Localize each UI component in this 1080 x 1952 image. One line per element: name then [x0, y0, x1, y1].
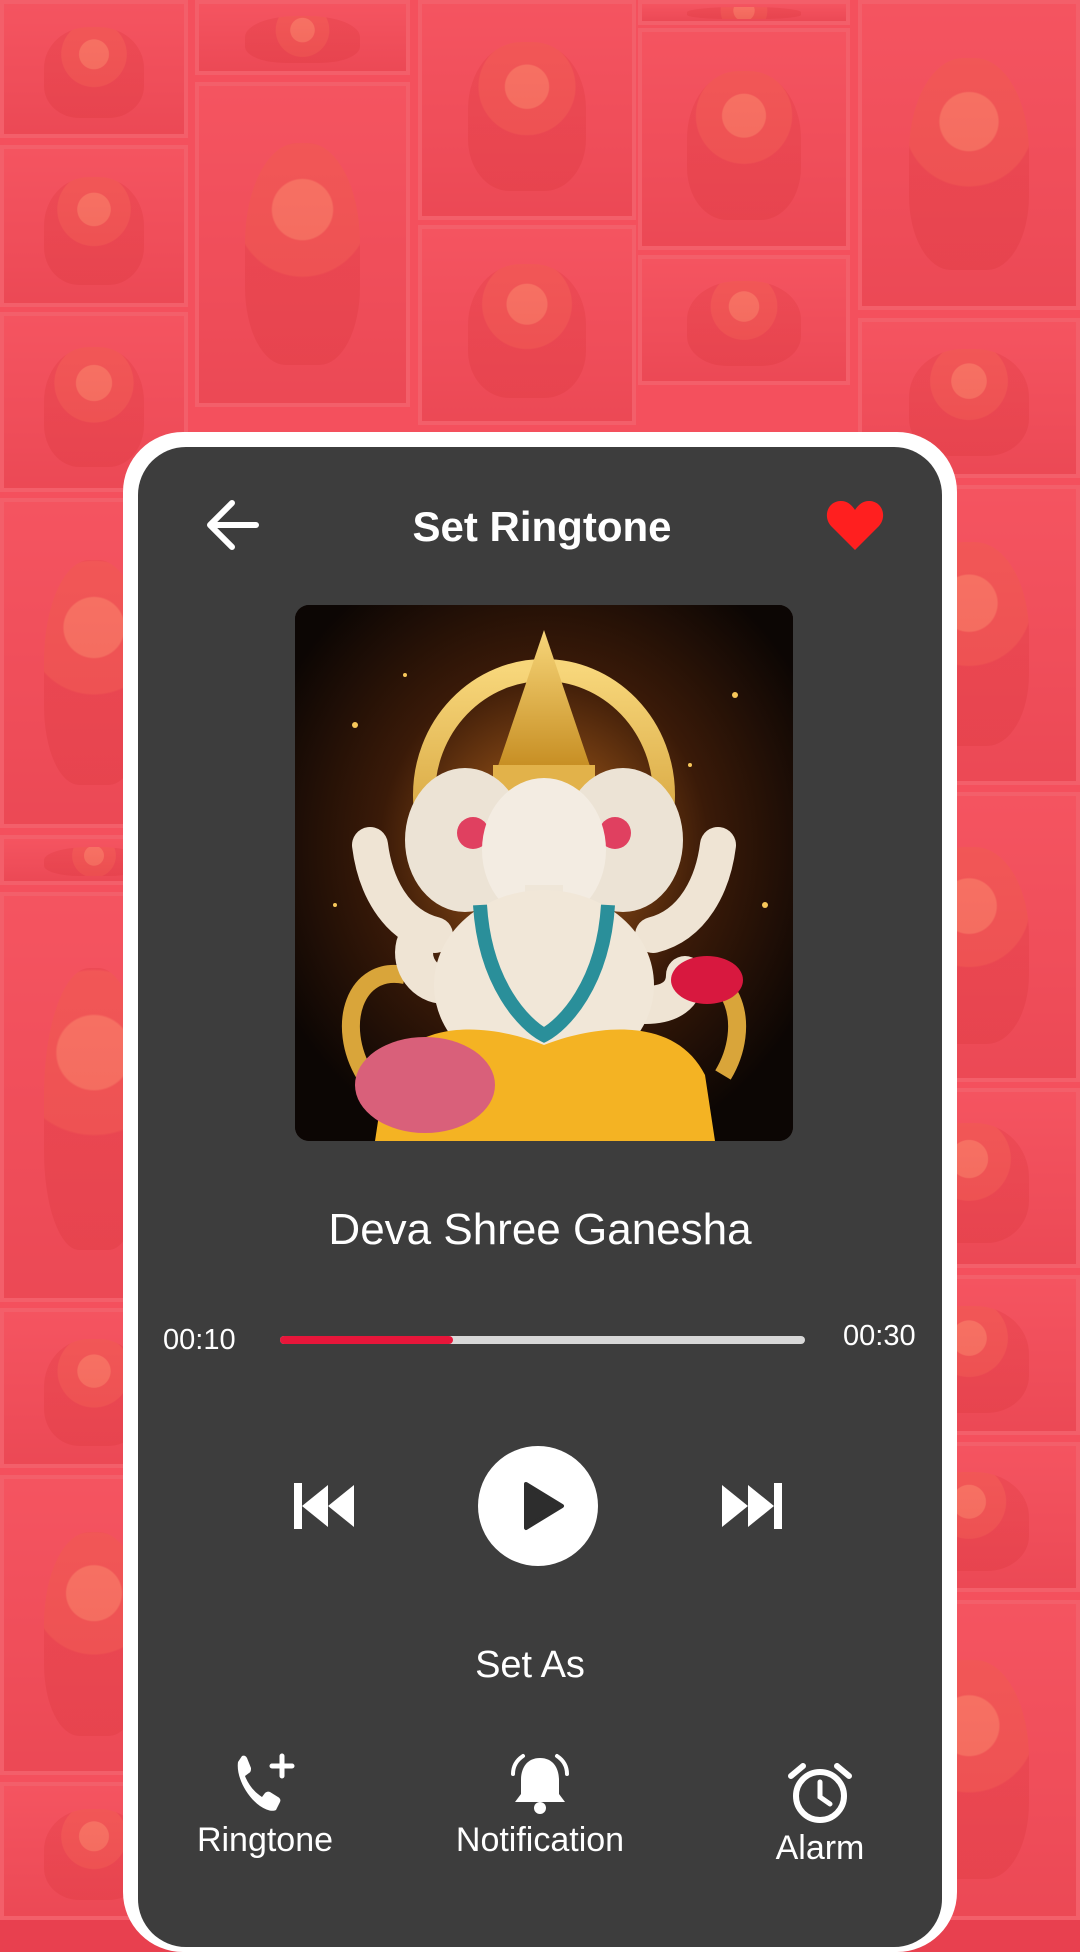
skip-previous-icon — [294, 1483, 354, 1529]
ganesha-artwork-image — [295, 605, 793, 1141]
alarm-label: Alarm — [775, 1829, 865, 1867]
progress-fill — [280, 1336, 454, 1344]
bell-ringing-icon — [511, 1754, 569, 1814]
song-title: Deva Shree Ganesha — [328, 1205, 752, 1254]
set-notification-button[interactable]: Notification — [430, 1752, 650, 1862]
progress-slider[interactable] — [280, 1336, 805, 1344]
ringtone-label: Ringtone — [196, 1821, 334, 1859]
page-title: Set Ringtone — [412, 503, 672, 550]
next-button[interactable] — [718, 1481, 784, 1531]
set-as-heading: Set As — [475, 1644, 585, 1686]
play-button[interactable] — [478, 1446, 598, 1566]
total-time: 00:30 — [843, 1320, 916, 1352]
current-time: 00:10 — [163, 1324, 236, 1356]
heart-icon — [826, 500, 884, 550]
arrow-left-icon — [207, 500, 259, 550]
previous-button[interactable] — [292, 1481, 358, 1531]
set-ringtone-button[interactable]: Ringtone — [180, 1752, 350, 1862]
skip-next-icon — [722, 1483, 782, 1529]
alarm-clock-icon — [788, 1763, 852, 1823]
album-art — [295, 605, 793, 1141]
notification-label: Notification — [455, 1821, 625, 1859]
favorite-button[interactable] — [826, 498, 884, 552]
back-button[interactable] — [200, 495, 266, 555]
set-alarm-button[interactable]: Alarm — [745, 1760, 895, 1870]
play-icon — [524, 1482, 564, 1530]
phone-plus-icon — [237, 1753, 295, 1811]
